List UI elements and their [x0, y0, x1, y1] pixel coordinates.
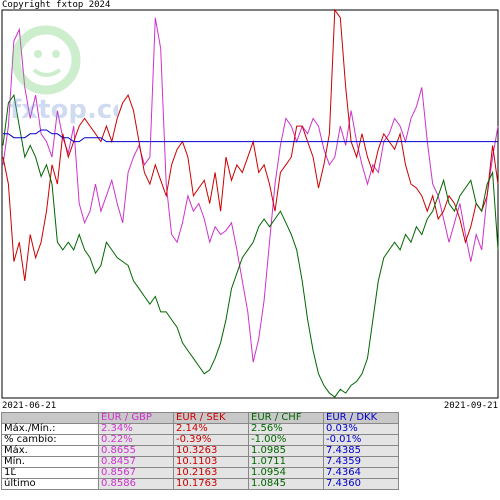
cell-gbp: 0.22% — [98, 434, 174, 446]
cell-gbp: 0.8586 — [98, 478, 174, 490]
header-eur-dkk: EUR / DKK — [323, 412, 399, 424]
cell-sek: 10.1103 — [173, 456, 249, 468]
watermark-text: fxtop.com — [10, 95, 118, 125]
row-label: % cambio: — [1, 434, 99, 446]
cell-gbp: 0.8567 — [98, 467, 174, 479]
x-axis-end-date: 2021-09-21 — [443, 401, 498, 411]
row-label: 1Ľ — [1, 467, 99, 479]
cell-chf: 1.0711 — [248, 456, 324, 468]
row-label: Mín. — [1, 456, 99, 468]
row-label: Máx. — [1, 445, 99, 457]
x-axis-start-date: 2021-06-21 — [2, 401, 57, 411]
cell-chf: 1.0985 — [248, 445, 324, 457]
cell-dkk: -0.01% — [323, 434, 399, 446]
cell-chf: 2.56% — [248, 423, 324, 435]
cell-dkk: 7.4385 — [323, 445, 399, 457]
cell-chf: -1.00% — [248, 434, 324, 446]
copyright-text: Copyright fxtop 2024 — [2, 0, 111, 10]
cell-dkk: 7.4360 — [323, 478, 399, 490]
stats-row-min: Mín. 0.8457 10.1103 1.0711 7.4359 — [1, 456, 399, 468]
stats-row-change: % cambio: 0.22% -0.39% -1.00% -0.01% — [1, 434, 399, 446]
header-eur-sek: EUR / SEK — [173, 412, 249, 424]
cell-sek: 2.14% — [173, 423, 249, 435]
fxtop-logo-watermark: fxtop.com — [10, 25, 118, 125]
header-cell-empty — [1, 412, 99, 424]
cell-chf: 1.0845 — [248, 478, 324, 490]
stats-row-max: Máx. 0.8655 10.3263 1.0985 7.4385 — [1, 445, 399, 457]
cell-sek: 10.1763 — [173, 478, 249, 490]
cell-dkk: 7.4359 — [323, 456, 399, 468]
header-eur-gbp: EUR / GBP — [98, 412, 174, 424]
header-eur-chf: EUR / CHF — [248, 412, 324, 424]
cell-sek: 10.3263 — [173, 445, 249, 457]
cell-gbp: 0.8457 — [98, 456, 174, 468]
stats-table: EUR / GBP EUR / SEK EUR / CHF EUR / DKK … — [1, 412, 399, 490]
stats-row-first: 1Ľ 0.8567 10.2163 1.0954 7.4364 — [1, 467, 399, 479]
row-label: Máx./Mín.: — [1, 423, 99, 435]
cell-dkk: 7.4364 — [323, 467, 399, 479]
row-label: último — [1, 478, 99, 490]
stats-row-last: último 0.8586 10.1763 1.0845 7.4360 — [1, 478, 399, 490]
cell-gbp: 2.34% — [98, 423, 174, 435]
cell-gbp: 0.8655 — [98, 445, 174, 457]
cell-dkk: 0.03% — [323, 423, 399, 435]
stats-row-maxmin: Máx./Mín.: 2.34% 2.14% 2.56% 0.03% — [1, 423, 399, 435]
stats-header-row: EUR / GBP EUR / SEK EUR / CHF EUR / DKK — [1, 412, 399, 424]
cell-sek: -0.39% — [173, 434, 249, 446]
cell-sek: 10.2163 — [173, 467, 249, 479]
cell-chf: 1.0954 — [248, 467, 324, 479]
